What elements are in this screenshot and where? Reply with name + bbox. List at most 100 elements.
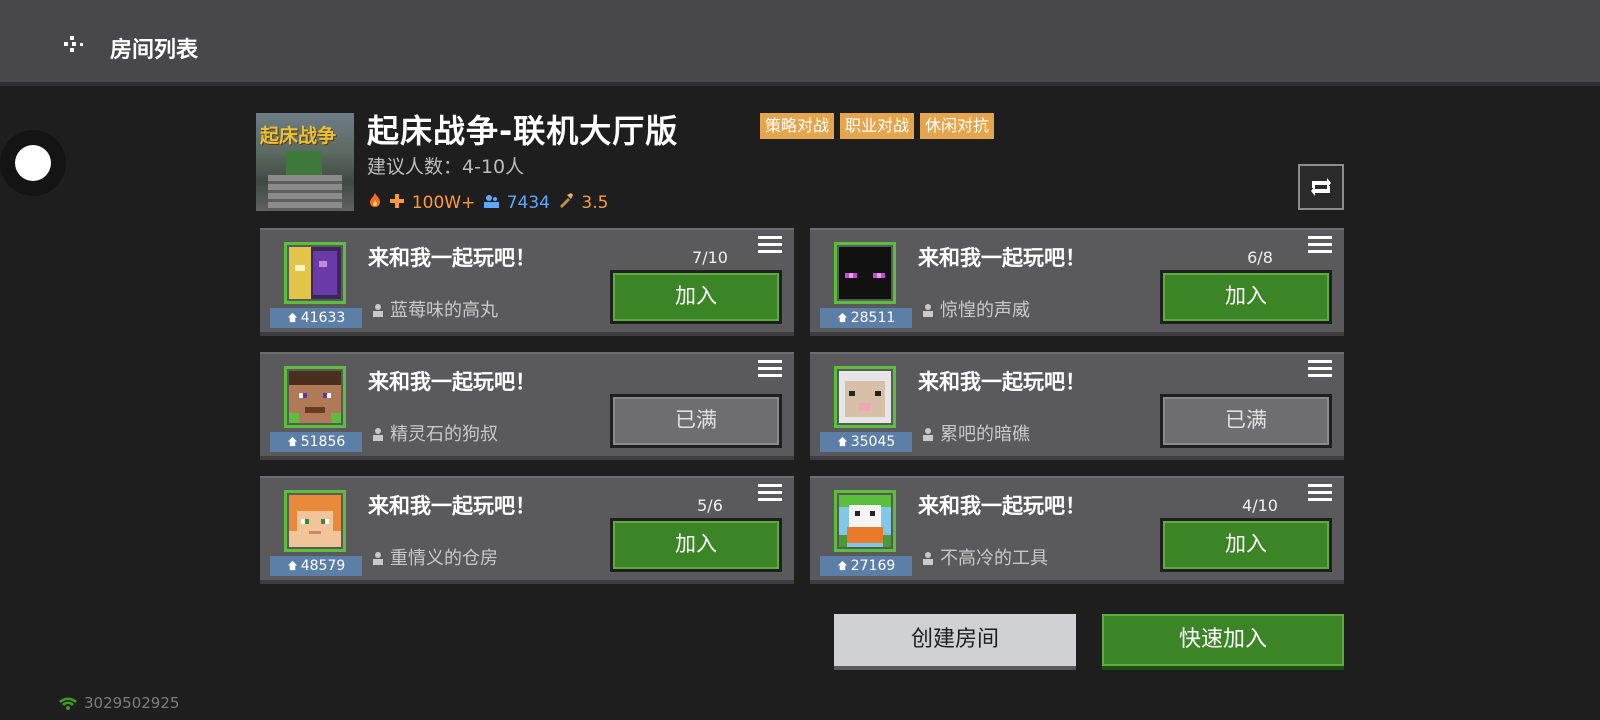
menu-icon[interactable] [1308,360,1332,380]
game-tag: 职业对战 [840,113,915,139]
person-icon [373,428,383,441]
online-value: 7434 [506,192,550,213]
room-avatar [834,242,896,304]
room-id: 35045 [850,434,896,450]
room-name: 来和我一起玩吧！ [918,370,1086,394]
popularity-stat: 100W+ [367,192,475,213]
avatar-image [289,247,341,299]
recommended-players: 建议人数：4-10人 [367,156,525,178]
house-icon [287,436,297,447]
floating-menu-button[interactable] [0,130,66,196]
menu-icon[interactable] [1308,236,1332,256]
room-id: 48579 [300,558,346,574]
top-bar: 房间列表 [0,0,1600,86]
host-name: 惊惶的声威 [940,300,1030,321]
room-host: 不高冷的工具 [922,544,1048,570]
people-icon [483,193,500,213]
room-avatar [284,366,346,428]
popularity-value: 100W+ [411,193,476,213]
room-id: 51856 [300,434,346,450]
room-id-badge: 35045 [820,432,912,452]
host-name: 蓝莓味的高丸 [390,300,498,321]
room-host: 重情义的仓房 [372,544,498,570]
room-card[interactable]: 27169 来和我一起玩吧！ 不高冷的工具 4/10 加入 [810,476,1344,584]
network-id: 3029502925 [84,694,180,712]
room-name: 来和我一起玩吧！ [368,494,536,518]
menu-icon[interactable] [758,484,782,504]
host-name: 精灵石的狗叔 [390,424,498,445]
avatar-image [839,371,891,423]
menu-icon[interactable] [1308,484,1332,504]
plus-icon [390,193,405,213]
room-id-badge: 51856 [270,432,362,452]
room-host: 精灵石的狗叔 [372,420,498,446]
network-status: 3029502925 [58,694,179,712]
player-count: 4/10 [1242,496,1278,515]
rating-value: 3.5 [581,193,609,213]
room-card[interactable]: 35045 来和我一起玩吧！ 累吧的暗礁 已满 [810,352,1344,460]
refresh-icon [1311,178,1331,196]
room-host: 蓝莓味的高丸 [372,296,498,322]
game-tag: 休闲对抗 [920,113,995,139]
room-full-button[interactable]: 已满 [1160,394,1332,448]
online-stat: 7434 [483,193,550,213]
room-name: 来和我一起玩吧！ [368,246,536,270]
game-tag: 策略对战 [760,113,835,139]
player-count: 7/10 [692,248,728,267]
player-count: 6/8 [1247,248,1273,267]
room-name: 来和我一起玩吧！ [918,494,1086,518]
room-avatar [834,490,896,552]
fire-icon [367,192,383,213]
score-icon [558,192,574,213]
avatar-image [289,495,341,547]
avatar-image [839,495,891,547]
quick-join-button[interactable]: 快速加入 [1102,614,1344,670]
refresh-button[interactable] [1298,164,1344,210]
house-icon [837,436,847,447]
person-icon [923,304,933,317]
room-card[interactable]: 28511 来和我一起玩吧！ 惊惶的声威 6/8 加入 [810,228,1344,336]
room-card[interactable]: 41633 来和我一起玩吧！ 蓝莓味的高丸 7/10 加入 [260,228,794,336]
room-host: 累吧的暗礁 [922,420,1030,446]
back-icon[interactable] [62,34,84,56]
room-id-badge: 41633 [270,308,362,328]
room-id: 27169 [850,558,896,574]
host-name: 重情义的仓房 [390,548,498,569]
join-button[interactable]: 加入 [610,518,782,572]
room-name: 来和我一起玩吧！ [918,246,1086,270]
person-icon [373,304,383,317]
room-avatar [284,242,346,304]
house-icon [287,312,297,323]
game-logo: 起床战争 [260,125,337,147]
room-full-button[interactable]: 已满 [610,394,782,448]
host-name: 不高冷的工具 [940,548,1048,569]
room-id: 41633 [300,310,346,326]
person-icon [923,552,933,565]
join-button[interactable]: 加入 [1160,270,1332,324]
menu-icon[interactable] [758,236,782,256]
game-thumbnail: 起床战争 [256,113,354,211]
game-title: 起床战争-联机大厅版 [367,112,679,150]
game-tags: 策略对战 职业对战 休闲对抗 [760,113,995,139]
host-name: 累吧的暗礁 [940,424,1030,445]
room-name: 来和我一起玩吧！ [368,370,536,394]
create-room-button[interactable]: 创建房间 [834,614,1076,670]
house-icon [837,560,847,571]
page-title: 房间列表 [110,38,199,63]
room-avatar [284,490,346,552]
room-avatar [834,366,896,428]
room-id-badge: 28511 [820,308,912,328]
player-count: 5/6 [697,496,723,515]
avatar-image [839,247,891,299]
rating-stat: 3.5 [558,192,608,213]
person-icon [373,552,383,565]
dot-icon [15,145,51,181]
room-card[interactable]: 51856 来和我一起玩吧！ 精灵石的狗叔 已满 [260,352,794,460]
menu-icon[interactable] [758,360,782,380]
room-id: 28511 [850,310,896,326]
join-button[interactable]: 加入 [610,270,782,324]
room-id-badge: 48579 [270,556,362,576]
person-icon [923,428,933,441]
room-card[interactable]: 48579 来和我一起玩吧！ 重情义的仓房 5/6 加入 [260,476,794,584]
join-button[interactable]: 加入 [1160,518,1332,572]
